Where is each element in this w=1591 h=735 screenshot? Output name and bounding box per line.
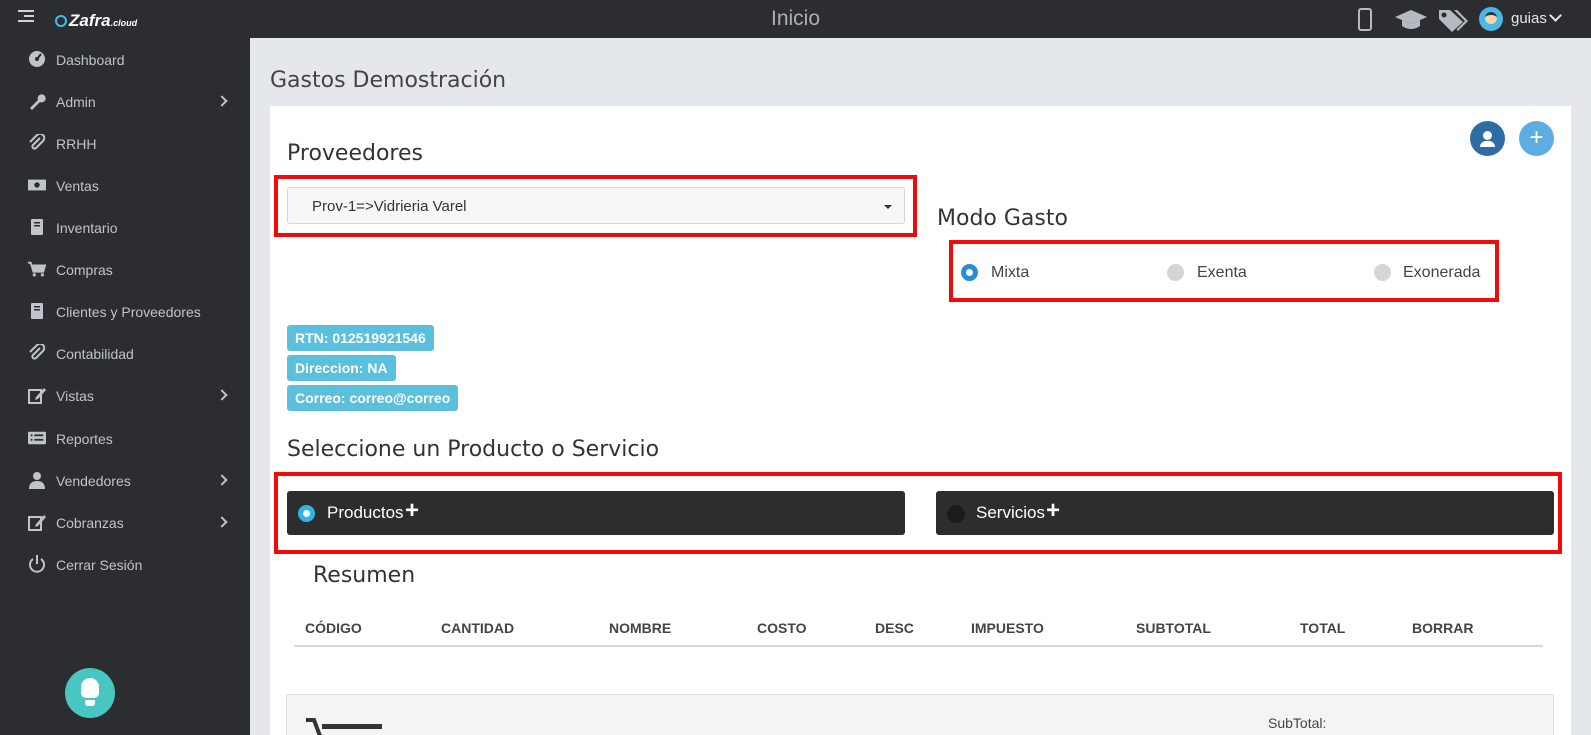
sidebar-item-label: Vendedores — [56, 473, 131, 489]
plus-icon: + — [405, 497, 420, 524]
radio-mixta[interactable] — [961, 264, 978, 281]
summary-panel — [286, 694, 1554, 735]
sidebar-item-label: Contabilidad — [56, 346, 134, 362]
sidebar-item-label: Compras — [56, 262, 113, 278]
column-header-codigo: CÓDIGO — [305, 620, 362, 636]
wrench-icon — [30, 94, 46, 110]
chevron-right-icon — [216, 389, 228, 401]
sidebar-item-contabilidad[interactable]: Contabilidad — [0, 334, 250, 374]
resumen-label: Resumen — [313, 563, 416, 588]
sidebar-item-label: RRHH — [56, 136, 97, 152]
sidebar-item-label: Dashboard — [56, 52, 125, 68]
sidebar-item-dashboard[interactable]: Dashboard — [0, 40, 250, 80]
chevron-right-icon — [216, 474, 228, 486]
sidebar-item-label: Cerrar Sesión — [56, 557, 143, 573]
subtotal-label: SubTotal: — [1268, 715, 1327, 731]
radio-productos[interactable] — [298, 505, 315, 522]
radio-label-exenta[interactable]: Exenta — [1197, 264, 1247, 282]
sidebar-item-label: Reportes — [56, 431, 113, 447]
sidebar-item-admin[interactable]: Admin — [0, 82, 250, 122]
paperclip-icon — [29, 134, 46, 150]
plus-icon: + — [1046, 497, 1061, 524]
top-bar: Zafra.cloud Inicio guias — [0, 0, 1591, 38]
sidebar-item-label: Clientes y Proveedores — [56, 304, 201, 320]
user-avatar[interactable] — [1479, 7, 1503, 31]
column-header-costo: COSTO — [757, 620, 807, 636]
radio-exonerada[interactable] — [1374, 264, 1391, 281]
direccion-badge: Direccion: NA — [287, 355, 396, 381]
column-header-subtotal: SUBTOTAL — [1136, 620, 1211, 636]
list-icon — [28, 431, 46, 445]
radio-exenta[interactable] — [1167, 264, 1184, 281]
chevron-right-icon — [216, 95, 228, 107]
edit-icon — [28, 388, 46, 404]
mobile-icon[interactable] — [1358, 8, 1372, 31]
sidebar-item-cobranzas[interactable]: Cobranzas — [0, 503, 250, 543]
sidebar-item-compras[interactable]: Compras — [0, 250, 250, 290]
radio-servicios[interactable] — [947, 505, 965, 523]
user-icon — [29, 472, 45, 489]
edit-icon — [28, 515, 46, 531]
column-header-borrar: BORRAR — [1412, 620, 1474, 636]
lightbulb-help-button[interactable] — [65, 668, 115, 718]
sidebar: Dashboard Admin RRHH Ventas Inventario C… — [0, 38, 250, 735]
servicios-label: Servicios — [976, 503, 1045, 522]
sidebar-item-label: Admin — [56, 94, 96, 110]
add-button[interactable]: + — [1519, 121, 1554, 156]
proveedores-label: Proveedores — [287, 141, 423, 166]
graduation-cap-icon[interactable] — [1395, 10, 1427, 30]
correo-badge: Correo: correo@correo — [287, 385, 459, 411]
sidebar-item-label: Ventas — [56, 178, 99, 194]
radio-label-mixta[interactable]: Mixta — [991, 264, 1029, 282]
money-icon — [28, 179, 46, 191]
column-header-cantidad: CANTIDAD — [441, 620, 515, 636]
sidebar-item-ventas[interactable]: Ventas — [0, 166, 250, 206]
seleccione-label: Seleccione un Producto o Servicio — [287, 437, 660, 462]
column-header-impuesto: IMPUESTO — [971, 620, 1044, 636]
rtn-badge: RTN: 012519921546 — [287, 325, 434, 351]
column-header-total: TOTAL — [1300, 620, 1346, 636]
cart-icon — [28, 261, 46, 277]
user-name[interactable]: guias — [1511, 10, 1547, 27]
page-header-title: Inicio — [770, 7, 821, 30]
add-provider-button[interactable] — [1470, 121, 1505, 156]
productos-label: Productos — [327, 503, 404, 522]
proveedor-select[interactable]: Prov-1=>Vidrieria Varel — [287, 187, 905, 224]
power-icon — [29, 555, 45, 573]
column-header-nombre: NOMBRE — [609, 620, 672, 636]
sidebar-item-inventario[interactable]: Inventario — [0, 208, 250, 248]
servicios-option[interactable]: Servicios + — [936, 491, 1554, 535]
sidebar-item-label: Vistas — [56, 388, 94, 404]
chevron-right-icon — [216, 516, 228, 528]
sidebar-item-clientes-proveedores[interactable]: Clientes y Proveedores — [0, 292, 250, 332]
cart-icon — [306, 718, 382, 735]
radio-label-exonerada[interactable]: Exonerada — [1403, 264, 1480, 282]
tags-icon[interactable] — [1437, 8, 1469, 32]
sidebar-item-cerrar-sesion[interactable]: Cerrar Sesión — [0, 545, 250, 585]
sidebar-item-vistas[interactable]: Vistas — [0, 376, 250, 416]
sidebar-item-label: Inventario — [56, 220, 118, 236]
modo-gasto-label: Modo Gasto — [937, 206, 1068, 231]
productos-option[interactable]: Productos + — [287, 491, 905, 535]
table-header-divider — [294, 645, 1543, 647]
sidebar-item-vendedores[interactable]: Vendedores — [0, 461, 250, 501]
book-icon — [31, 219, 43, 235]
dashboard-icon — [29, 51, 45, 67]
book-icon — [31, 303, 43, 319]
sidebar-item-reportes[interactable]: Reportes — [0, 419, 250, 459]
sidebar-item-rrhh[interactable]: RRHH — [0, 124, 250, 164]
column-header-desc: DESC — [875, 620, 914, 636]
proveedor-select-value: Prov-1=>Vidrieria Varel — [312, 198, 467, 215]
sidebar-item-label: Cobranzas — [56, 515, 124, 531]
page-title: Gastos Demostración — [270, 68, 507, 93]
paperclip-icon — [29, 344, 46, 360]
caret-down-icon — [884, 205, 892, 209]
